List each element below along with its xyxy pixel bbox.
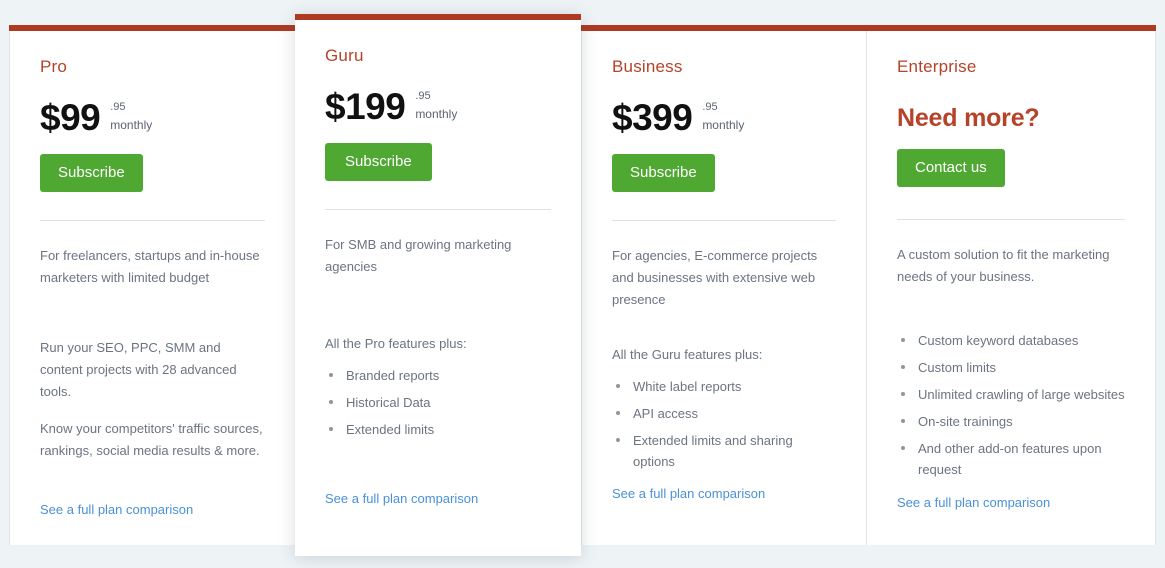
bullet-icon (329, 400, 333, 404)
price-block-business: $399 .95 monthly (612, 98, 836, 146)
plan-card-enterprise: Enterprise Need more? Contact us A custo… (866, 25, 1156, 545)
feature-item: White label reports (612, 376, 836, 397)
plan-paragraph: Run your SEO, PPC, SMM and content proje… (40, 340, 237, 399)
card-divider-business (612, 220, 836, 221)
bullet-icon (329, 373, 333, 377)
price-block-guru: $199 .95 monthly (325, 87, 551, 135)
bullet-icon (616, 411, 620, 415)
subscribe-button-guru[interactable]: Subscribe (325, 143, 432, 181)
feature-label: API access (633, 406, 699, 421)
price-period-business: monthly (702, 118, 745, 132)
features-list-enterprise: Custom keyword databases Custom limits U… (897, 330, 1125, 480)
plan-card-pro: Pro $99 .95 monthly Subscribe For freela… (9, 25, 296, 545)
price-amount-guru: $199 (325, 86, 406, 127)
card-divider-guru (325, 209, 551, 210)
price-cents-pro: .95 (110, 101, 126, 113)
price-period-pro: monthly (110, 118, 153, 132)
plan-comparison-link-enterprise[interactable]: See a full plan comparison (897, 495, 1050, 510)
bullet-icon (901, 338, 905, 342)
plan-description-enterprise: A custom solution to fit the marketing n… (897, 247, 1110, 284)
contact-us-button[interactable]: Contact us (897, 149, 1005, 187)
plan-description-pro: For freelancers, startups and in-house m… (40, 248, 260, 285)
plan-body-pro: Run your SEO, PPC, SMM and content proje… (40, 337, 265, 462)
feature-item: Custom limits (897, 357, 1125, 378)
bullet-icon (901, 392, 905, 396)
price-block-pro: $99 .95 monthly (40, 98, 265, 146)
feature-label: Custom limits (918, 360, 997, 375)
feature-label: White label reports (633, 379, 742, 394)
plan-body-enterprise: Custom keyword databases Custom limits U… (897, 330, 1125, 480)
plan-name-pro: Pro (40, 57, 68, 76)
pricing-plans-container: Pro $99 .95 monthly Subscribe For freela… (0, 0, 1165, 568)
feature-item: Unlimited crawling of large websites (897, 384, 1125, 405)
features-intro-guru: All the Pro features plus: (325, 336, 467, 351)
enterprise-headline: Need more? (897, 104, 1040, 132)
plan-name-business: Business (612, 57, 683, 76)
bullet-icon (329, 427, 333, 431)
plan-name-enterprise: Enterprise (897, 57, 977, 76)
feature-label: Historical Data (346, 395, 431, 410)
price-period-guru: monthly (415, 107, 458, 121)
plan-comparison-link-guru[interactable]: See a full plan comparison (325, 491, 478, 506)
plan-description-guru: For SMB and growing marketing agencies (325, 237, 512, 274)
feature-item: On-site trainings (897, 411, 1125, 432)
plan-card-business: Business $399 .95 monthly Subscribe For … (581, 25, 867, 545)
plan-name-guru: Guru (325, 46, 364, 65)
feature-label: Unlimited crawling of large websites (918, 387, 1125, 402)
feature-label: And other add-on features upon request (918, 441, 1102, 477)
bullet-icon (901, 446, 905, 450)
bullet-icon (901, 365, 905, 369)
plan-paragraph: Know your competitors' traffic sources, … (40, 421, 263, 458)
plan-body-business: All the Guru features plus: White label … (612, 344, 836, 472)
feature-label: On-site trainings (918, 414, 1013, 429)
feature-item: Branded reports (325, 365, 551, 386)
features-intro-business: All the Guru features plus: (612, 347, 763, 362)
feature-label: Extended limits and sharing options (633, 433, 793, 469)
feature-item: And other add-on features upon request (897, 438, 1125, 480)
feature-label: Extended limits (346, 422, 435, 437)
features-list-business: White label reports API access Extended … (612, 376, 836, 472)
feature-item: Extended limits and sharing options (612, 430, 836, 472)
feature-label: Custom keyword databases (918, 333, 1079, 348)
feature-item: Extended limits (325, 419, 551, 440)
bullet-icon (616, 438, 620, 442)
subscribe-button-pro[interactable]: Subscribe (40, 154, 143, 192)
plan-comparison-link-pro[interactable]: See a full plan comparison (40, 502, 193, 517)
card-divider-pro (40, 220, 265, 221)
plan-comparison-link-business[interactable]: See a full plan comparison (612, 486, 765, 501)
bullet-icon (901, 419, 905, 423)
plan-body-guru: All the Pro features plus: Branded repor… (325, 333, 551, 440)
price-amount-pro: $99 (40, 97, 101, 138)
price-amount-business: $399 (612, 97, 693, 138)
price-cents-business: .95 (702, 101, 718, 113)
plan-card-guru: Guru $199 .95 monthly Subscribe For SMB … (295, 14, 581, 556)
plan-description-business: For agencies, E-commerce projects and bu… (612, 248, 818, 307)
price-cents-guru: .95 (415, 90, 431, 102)
feature-item: Historical Data (325, 392, 551, 413)
bullet-icon (616, 384, 620, 388)
feature-item: Custom keyword databases (897, 330, 1125, 351)
feature-item: API access (612, 403, 836, 424)
features-list-guru: Branded reports Historical Data Extended… (325, 365, 551, 440)
card-divider-enterprise (897, 219, 1125, 220)
feature-label: Branded reports (346, 368, 440, 383)
subscribe-button-business[interactable]: Subscribe (612, 154, 715, 192)
